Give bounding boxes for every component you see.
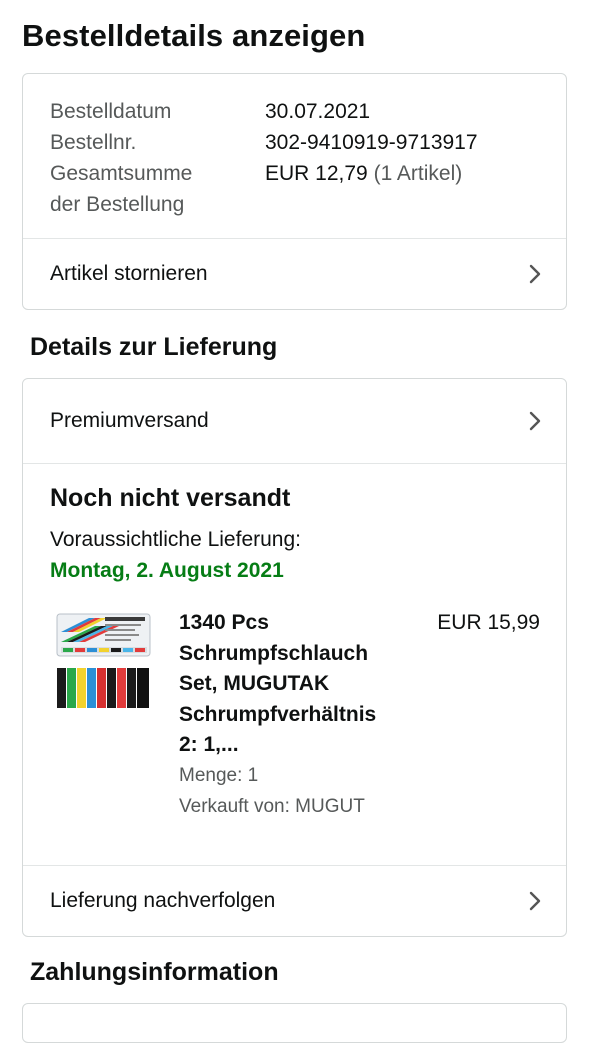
product-title-link[interactable]: 1340 Pcs Schrumpfschlauch Set, MUGUTAK S…	[179, 608, 409, 761]
product-quantity: Menge: 1	[179, 765, 259, 786]
order-total-value: EUR 12,79 (1 Artikel)	[265, 158, 462, 189]
shipping-status: Noch nicht versandt	[50, 484, 291, 512]
product-title-line: 2: 1,...	[179, 733, 239, 756]
order-total-label-line2: der Bestellung	[50, 193, 185, 216]
product-price: EUR 15,99	[437, 611, 540, 634]
order-date-value: 30.07.2021	[265, 100, 371, 123]
order-total-amount: EUR 12,79	[265, 162, 368, 185]
chevron-right-icon	[529, 891, 541, 911]
delivery-card: Premiumversand Noch nicht versandt Vorau…	[22, 378, 567, 937]
product-seller: Verkauft von: MUGUT	[179, 796, 365, 817]
page-title: Bestelldetails anzeigen	[22, 18, 366, 53]
product-image[interactable]	[55, 612, 152, 710]
product-title-line: 1340 Pcs	[179, 611, 269, 634]
order-total-label-line1: Gesamtsumme	[50, 162, 193, 185]
order-summary-card: Bestelldatum 30.07.2021 Bestellnr. 302-9…	[22, 73, 567, 310]
order-date-label: Bestelldatum	[50, 100, 172, 123]
order-total-items: (1 Artikel)	[373, 162, 463, 185]
product-title-line: Schrumpfschlauch	[179, 641, 369, 665]
cancel-items-label: Artikel stornieren	[50, 262, 208, 285]
track-delivery-label: Lieferung nachverfolgen	[50, 889, 276, 912]
product-title-line: Set, MUGUTAK	[179, 672, 330, 695]
shipping-method-label: Premiumversand	[50, 409, 209, 432]
eta-date: Montag, 2. August 2021	[50, 559, 284, 582]
order-total-label: Gesamtsumme der Bestellung	[50, 158, 250, 220]
order-number-label: Bestellnr.	[50, 131, 137, 154]
chevron-right-icon	[529, 411, 541, 431]
order-number-value: 302-9410919-9713917	[265, 131, 478, 154]
track-delivery-link[interactable]: Lieferung nachverfolgen	[23, 866, 566, 936]
delivery-section-title: Details zur Lieferung	[30, 333, 278, 361]
divider	[23, 463, 566, 464]
cancel-items-link[interactable]: Artikel stornieren	[23, 239, 566, 309]
product-title-line: Schrumpfverhältnis	[179, 702, 377, 726]
chevron-right-icon	[529, 264, 541, 284]
payment-section-title: Zahlungsinformation	[30, 958, 279, 986]
eta-label: Voraussichtliche Lieferung:	[50, 528, 301, 551]
payment-card	[22, 1003, 567, 1043]
shipping-method-link[interactable]: Premiumversand	[23, 379, 566, 463]
